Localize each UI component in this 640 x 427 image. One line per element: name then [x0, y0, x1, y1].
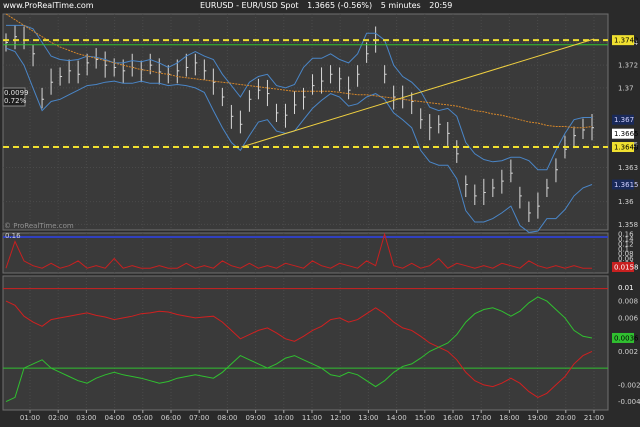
x-tick-label: 21:00 — [584, 414, 604, 422]
watermark-label: © ProRealTime.com — [4, 222, 74, 230]
price-panel-bg — [2, 13, 609, 231]
support-price-tag: 1.3648 — [612, 142, 639, 153]
x-tick-label: 19:00 — [528, 414, 548, 422]
info-box-percent: 0.72% — [4, 97, 27, 105]
x-tick-label: 09:00 — [246, 414, 266, 422]
oscillator-top-label: 0.01 — [618, 284, 634, 292]
x-tick-label: 14:00 — [387, 414, 407, 422]
info-box: 0.00990.72% — [2, 87, 29, 107]
x-tick-label: 17:00 — [471, 414, 491, 422]
x-tick-label: 02:00 — [48, 414, 68, 422]
chart-canvas[interactable]: 1.3581.361.3631.3651.371.3721.3741.37421… — [0, 0, 640, 427]
x-tick-label: 12:00 — [330, 414, 350, 422]
x-tick-label: 20:00 — [556, 414, 576, 422]
resistance-price-tag-text: 1.3742 — [614, 37, 639, 45]
x-tick-label: 07:00 — [189, 414, 209, 422]
oscillator-current-tag-text: 0.0036 — [614, 334, 639, 342]
x-tick-label: 03:00 — [76, 414, 96, 422]
axes: 01:00 02:00 03:00 04:00 05:00 06:00 07:00 08:00… — [20, 410, 604, 422]
oscillator-tick-label: 0.008 — [618, 298, 638, 306]
volatility-current-tag: 0.0158 — [612, 262, 639, 272]
price-tick-label: 1.363 — [618, 164, 638, 172]
resistance-price-tag: 1.3742 — [612, 35, 639, 46]
info-box-change: 0.0099 — [4, 89, 29, 97]
current-price-tag: 1.3665 — [612, 128, 639, 139]
volatility-tick-label: 0.16 — [618, 231, 634, 239]
x-tick-label: 08:00 — [217, 414, 237, 422]
price-tick-label: 1.36 — [618, 198, 634, 206]
x-tick-label: 16:00 — [443, 414, 463, 422]
lower-band-tag-text: 1.3615 — [614, 181, 639, 189]
x-tick-label: 11:00 — [302, 414, 322, 422]
support-price-tag-text: 1.3648 — [614, 144, 639, 152]
upper-band-tag: 1.367 — [612, 114, 634, 125]
upper-band-tag-text: 1.367 — [614, 116, 634, 124]
oscillator-tick-label: 0.002 — [618, 348, 638, 356]
volatility-current-tag-text: 0.0158 — [614, 264, 639, 272]
price-tick-label: 1.37 — [618, 84, 634, 92]
oscillator-tick-label: -0.002 — [618, 381, 640, 389]
panels — [2, 13, 609, 411]
oscillator-tick-label: 0.006 — [618, 314, 639, 322]
x-tick-label: 10:00 — [274, 414, 294, 422]
current-price-tag-text: 1.3665 — [614, 130, 639, 138]
oscillator-tick-label: -0.004 — [618, 398, 640, 406]
lower-band-tag: 1.3615 — [612, 179, 639, 190]
x-tick-label: 01:00 — [20, 414, 40, 422]
x-tick-label: 05:00 — [133, 414, 153, 422]
osc-panel-bg — [2, 275, 609, 411]
price-tick-label: 1.372 — [618, 62, 638, 70]
x-tick-label: 06:00 — [161, 414, 181, 422]
x-tick-label: 15:00 — [415, 414, 435, 422]
x-tick-label: 18:00 — [499, 414, 519, 422]
x-tick-label: 13:00 — [358, 414, 378, 422]
volatility-top-label: 0.16 — [5, 232, 21, 240]
x-tick-label: 04:00 — [105, 414, 125, 422]
price-tick-label: 1.358 — [618, 221, 638, 229]
oscillator-current-tag: 0.0036 — [612, 332, 639, 343]
